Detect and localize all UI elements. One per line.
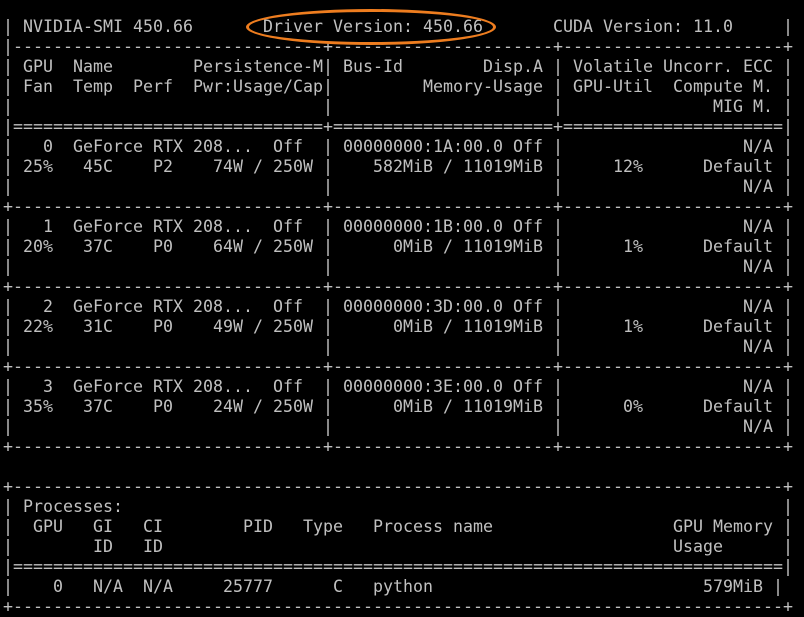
- separator-line: +---------------------------------------…: [3, 477, 793, 496]
- processes-title-line: | Processes: |: [3, 497, 793, 516]
- separator-line: +-------------------------------+-------…: [3, 277, 793, 296]
- gpu-2-row: | 2 GeForce RTX 208... Off | 00000000:3D…: [3, 297, 793, 316]
- gpu-1-row: | 20% 37C P0 64W / 250W | 0MiB / 11019Mi…: [3, 237, 793, 256]
- processes-header-line: | ID ID Usage |: [3, 537, 793, 556]
- separator-line: +---------------------------------------…: [3, 597, 793, 616]
- processes-header-line: | GPU GI CI PID Type Process name GPU Me…: [3, 517, 793, 536]
- gpu-header-line: | Fan Temp Perf Pwr:Usage/Cap| Memory-Us…: [3, 77, 793, 96]
- gpu-header-line: | | | MIG M. |: [3, 97, 793, 116]
- gpu-1-row: | | | N/A |: [3, 257, 793, 276]
- gpu-2-row: | | | N/A |: [3, 337, 793, 356]
- gpu-0-row: | 25% 45C P2 74W / 250W | 582MiB / 11019…: [3, 157, 793, 176]
- process-row: | 0 N/A N/A 25777 C python 579MiB |: [3, 577, 783, 596]
- separator-line: |===============================+=======…: [3, 117, 793, 136]
- gpu-3-row: | | | N/A |: [3, 417, 793, 436]
- separator-line: +-------------------------------+-------…: [3, 357, 793, 376]
- terminal-output: | NVIDIA-SMI 450.66 Driver Version: 450.…: [0, 0, 804, 616]
- gpu-3-row: | 3 GeForce RTX 208... Off | 00000000:3E…: [3, 377, 793, 396]
- gpu-0-row: | 0 GeForce RTX 208... Off | 00000000:1A…: [3, 137, 793, 156]
- gpu-header-line: | GPU Name Persistence-M| Bus-Id Disp.A …: [3, 57, 793, 76]
- separator-line: +-------------------------------+-------…: [3, 197, 793, 216]
- gpu-0-row: | | | N/A |: [3, 177, 793, 196]
- separator-line: +-------------------------------+-------…: [3, 437, 793, 456]
- gpu-1-row: | 1 GeForce RTX 208... Off | 00000000:1B…: [3, 217, 793, 236]
- separator-line: |=======================================…: [3, 557, 793, 576]
- gpu-2-row: | 22% 31C P0 49W / 250W | 0MiB / 11019Mi…: [3, 317, 793, 336]
- smi-header-line: | NVIDIA-SMI 450.66 Driver Version: 450.…: [3, 17, 793, 36]
- separator-line: |-------------------------------+-------…: [3, 37, 793, 56]
- gpu-3-row: | 35% 37C P0 24W / 250W | 0MiB / 11019Mi…: [3, 397, 793, 416]
